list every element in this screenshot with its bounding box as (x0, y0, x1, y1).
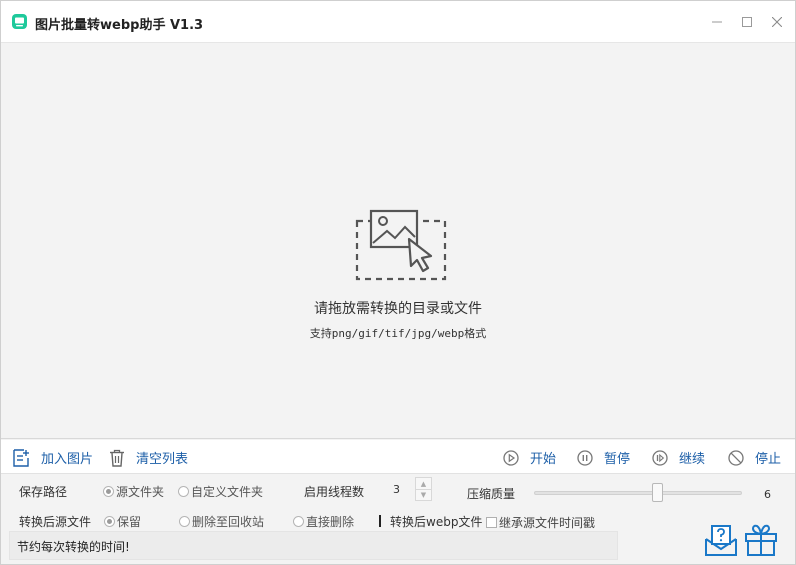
separator (379, 515, 381, 527)
stop-label: 停止 (755, 452, 782, 467)
quality-slider-thumb[interactable] (652, 483, 663, 502)
settings-panel: 保存路径 源文件夹 自定义文件夹 启用线程数 3 ▲ ▼ 压缩质量 6 转换后源… (1, 475, 795, 564)
play-icon (503, 449, 519, 466)
threads-label: 启用线程数 (304, 485, 365, 499)
save-path-source-label: 源文件夹 (116, 485, 165, 499)
save-path-custom-label: 自定义文件夹 (191, 485, 264, 499)
close-icon (772, 17, 782, 27)
quality-slider-track[interactable] (534, 491, 742, 495)
threads-down[interactable]: ▼ (416, 489, 431, 500)
minimize-button[interactable] (708, 13, 726, 31)
source-after-label: 转换后源文件 (19, 515, 92, 529)
keep-source-radio[interactable]: 保留 (104, 513, 141, 530)
title-bar: 图片批量转webp助手 V1.3 (1, 1, 795, 43)
stop-button[interactable]: 停止 (728, 448, 781, 467)
pause-icon (577, 449, 593, 466)
maximize-button[interactable] (738, 13, 756, 31)
resume-button[interactable]: 继续 (652, 448, 705, 467)
clear-list-button[interactable]: 清空列表 (109, 448, 188, 467)
threads-stepper[interactable]: ▲ ▼ (415, 477, 432, 501)
start-label: 开始 (530, 452, 557, 467)
status-message-box: 节约每次转换的时间! (9, 531, 618, 560)
recycle-source-radio[interactable]: 删除至回收站 (179, 513, 264, 530)
drop-area[interactable]: 请拖放需转换的目录或文件 支持png/gif/tif/jpg/webp格式 (1, 44, 795, 439)
app-window: 图片批量转webp助手 V1.3 请拖放需转换的目录或文件 支持png/gif/… (0, 0, 796, 565)
add-image-icon (13, 448, 29, 467)
close-button[interactable] (768, 13, 786, 31)
pause-button[interactable]: 暂停 (577, 448, 630, 467)
clear-list-label: 清空列表 (136, 452, 189, 467)
image-drop-icon (355, 209, 447, 281)
pause-label: 暂停 (604, 452, 631, 467)
supported-formats: 支持png/gif/tif/jpg/webp格式 (309, 327, 487, 340)
inherit-time-label: 继承源文件时间戳 (499, 516, 596, 530)
minimize-icon (712, 21, 722, 23)
output-label: 转换后webp文件 (390, 515, 483, 529)
add-images-label: 加入图片 (41, 452, 94, 467)
maximize-icon (742, 17, 752, 27)
status-message: 节约每次转换的时间! (17, 540, 130, 554)
save-path-custom-radio[interactable]: 自定义文件夹 (178, 483, 263, 500)
save-path-label: 保存路径 (19, 485, 68, 499)
quality-label: 压缩质量 (467, 487, 516, 501)
keep-source-label: 保留 (117, 515, 142, 529)
recycle-source-label: 删除至回收站 (192, 515, 265, 529)
toolbar: 加入图片 清空列表 开始 暂停 继续 停止 (1, 440, 795, 474)
save-path-source-radio[interactable]: 源文件夹 (103, 483, 164, 500)
resume-icon (652, 449, 668, 466)
threads-value: 3 (393, 483, 400, 496)
delete-source-label: 直接删除 (306, 515, 355, 529)
window-title: 图片批量转webp助手 V1.3 (35, 18, 204, 33)
threads-up[interactable]: ▲ (416, 478, 431, 489)
trash-icon (110, 449, 124, 467)
gift-icon[interactable] (744, 523, 778, 557)
stop-icon (728, 449, 744, 466)
app-icon (12, 14, 27, 29)
inherit-time-checkbox[interactable]: 继承源文件时间戳 (486, 514, 595, 531)
start-button[interactable]: 开始 (503, 448, 556, 467)
delete-source-radio[interactable]: 直接删除 (293, 513, 354, 530)
resume-label: 继续 (679, 452, 706, 467)
help-icon[interactable] (704, 523, 738, 557)
quality-value: 6 (764, 488, 771, 501)
drop-hint: 请拖放需转换的目录或文件 (314, 301, 482, 317)
add-images-button[interactable]: 加入图片 (12, 448, 93, 467)
